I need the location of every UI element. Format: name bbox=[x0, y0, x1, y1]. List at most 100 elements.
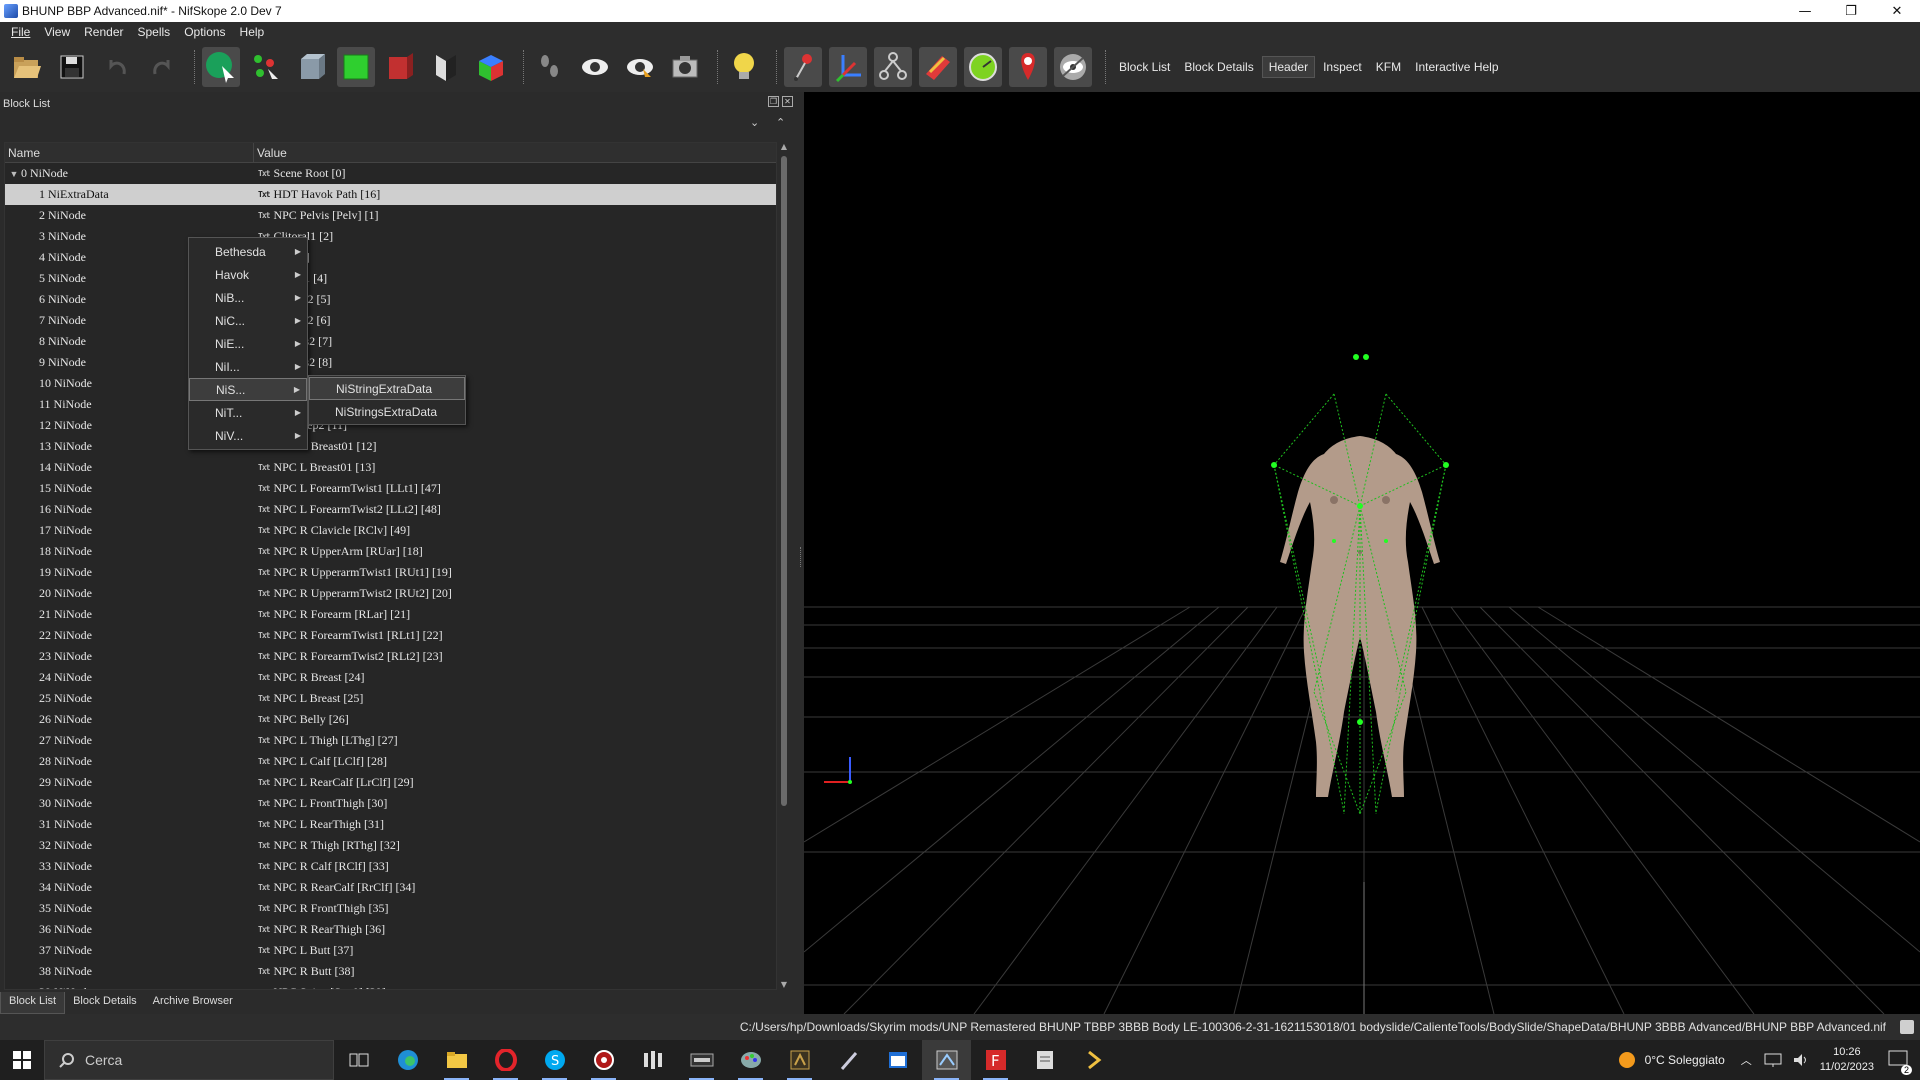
menu-item-havok[interactable]: Havok ▶ bbox=[189, 263, 307, 286]
taskbar-opera[interactable] bbox=[481, 1040, 530, 1080]
size-grip-icon[interactable] bbox=[1900, 1020, 1914, 1034]
collapse-all-button[interactable]: ⌄ bbox=[750, 116, 759, 129]
view-user-button[interactable] bbox=[427, 47, 465, 87]
menu-render[interactable]: Render bbox=[77, 25, 130, 39]
tree-scrollbar[interactable]: ▲ ▼ bbox=[779, 142, 789, 990]
start-button[interactable] bbox=[0, 1040, 44, 1080]
toolbar-tab-inspect[interactable]: Inspect bbox=[1317, 57, 1368, 77]
taskbar-search[interactable]: Cerca bbox=[44, 1040, 334, 1080]
expand-all-button[interactable]: ⌃ bbox=[776, 116, 785, 129]
taskbar-app-notes[interactable] bbox=[1020, 1040, 1069, 1080]
scroll-up-arrow[interactable]: ▲ bbox=[779, 142, 789, 151]
show-constraints-button[interactable] bbox=[964, 47, 1002, 87]
menu-item-nit[interactable]: NiT... ▶ bbox=[189, 401, 307, 424]
taskbar-nifskope[interactable] bbox=[922, 1040, 971, 1080]
task-view-button[interactable] bbox=[334, 1040, 383, 1080]
table-row[interactable]: 38 NiNode Txt NPC R Butt [38] bbox=[5, 961, 776, 982]
toolbar-tab-block-list[interactable]: Block List bbox=[1113, 57, 1176, 77]
table-row[interactable]: 9 NiNodeTxtB Anus2 [8] bbox=[5, 352, 776, 373]
toolbar-tab-block-details[interactable]: Block Details bbox=[1178, 57, 1259, 77]
minimize-button[interactable]: — bbox=[1782, 0, 1828, 22]
taskbar-clock[interactable]: 10:26 11/02/2023 bbox=[1820, 1045, 1874, 1075]
taskbar-app-paint[interactable] bbox=[726, 1040, 775, 1080]
table-row[interactable]: 27 NiNode Txt NPC L Thigh [LThg] [27] bbox=[5, 730, 776, 751]
select-object-button[interactable] bbox=[202, 47, 240, 87]
taskbar-app-red[interactable] bbox=[579, 1040, 628, 1080]
table-row[interactable]: 20 NiNode Txt NPC R UpperarmTwist2 [RUt2] … bbox=[5, 583, 776, 604]
view-front-button[interactable] bbox=[337, 47, 375, 87]
table-row[interactable]: 5 NiNodeTxtaDeep1 [4] bbox=[5, 268, 776, 289]
menu-spells[interactable]: Spells bbox=[131, 25, 178, 39]
table-row[interactable]: 39 NiNode TxtNPC Spine [Spn0] [39] bbox=[5, 982, 776, 989]
menu-item-nistringsextradata[interactable]: NiStringsExtraData bbox=[309, 400, 465, 423]
table-row[interactable]: 16 NiNode Txt NPC L ForearmTwist2 [LLt2] [… bbox=[5, 499, 776, 520]
screenshot-button[interactable] bbox=[666, 47, 704, 87]
taskbar-app-window[interactable] bbox=[873, 1040, 922, 1080]
view-side-button[interactable] bbox=[382, 47, 420, 87]
view-perspective-button[interactable] bbox=[472, 47, 510, 87]
expand-toggle-icon[interactable]: ▼ bbox=[7, 169, 21, 179]
menu-item-nib[interactable]: NiB... ▶ bbox=[189, 286, 307, 309]
table-row[interactable]: 19 NiNode Txt NPC R UpperarmTwist1 [RUt1] … bbox=[5, 562, 776, 583]
table-row[interactable]: 7 NiNodeTxtPussy02 [6] bbox=[5, 310, 776, 331]
column-header-value[interactable]: Value bbox=[254, 143, 287, 162]
tab-archive-browser[interactable]: Archive Browser bbox=[145, 992, 241, 1014]
dock-close-button[interactable]: ✕ bbox=[782, 96, 793, 107]
render-viewport[interactable] bbox=[804, 92, 1920, 1014]
table-row[interactable]: 37 NiNode Txt NPC L Butt [37] bbox=[5, 940, 776, 961]
table-row[interactable]: 15 NiNode Txt NPC L ForearmTwist1 [LLt1] [… bbox=[5, 478, 776, 499]
table-row[interactable]: 18 NiNode Txt NPC R UpperArm [RUar] [18] bbox=[5, 541, 776, 562]
table-row[interactable]: 28 NiNode Txt NPC L Calf [LClf] [28] bbox=[5, 751, 776, 772]
table-row[interactable]: 8 NiNodeTxtB Anus2 [7] bbox=[5, 331, 776, 352]
select-vertex-button[interactable] bbox=[247, 47, 285, 87]
close-button[interactable]: ✕ bbox=[1874, 0, 1920, 22]
weather-text[interactable]: 0°C Soleggiato bbox=[1645, 1053, 1725, 1067]
menu-help[interactable]: Help bbox=[233, 25, 272, 39]
block-tree[interactable]: Name Value ▼ 0 NiNode Txt Scene Root [0] 1 N… bbox=[4, 142, 777, 990]
table-row[interactable]: 1 NiExtraData Txt HDT Havok Path [16] bbox=[5, 184, 776, 205]
tab-block-list[interactable]: Block List bbox=[0, 992, 66, 1014]
show-markers-button[interactable] bbox=[621, 47, 659, 87]
taskbar-edge[interactable] bbox=[383, 1040, 432, 1080]
taskbar-file-explorer[interactable] bbox=[432, 1040, 481, 1080]
table-row[interactable]: 32 NiNode Txt NPC R Thigh [RThg] [32] bbox=[5, 835, 776, 856]
table-row[interactable]: 23 NiNode Txt NPC R ForearmTwist2 [RLt2] [… bbox=[5, 646, 776, 667]
menu-item-nii[interactable]: NiI... ▶ bbox=[189, 355, 307, 378]
menu-item-nie[interactable]: NiE... ▶ bbox=[189, 332, 307, 355]
lighting-button[interactable] bbox=[725, 47, 763, 87]
maximize-button[interactable]: ❐ bbox=[1828, 0, 1874, 22]
show-hidden-button[interactable] bbox=[576, 47, 614, 87]
walk-mode-button[interactable] bbox=[531, 47, 569, 87]
table-row[interactable]: 35 NiNode Txt NPC R FrontThigh [35] bbox=[5, 898, 776, 919]
column-header-name[interactable]: Name bbox=[5, 143, 254, 162]
toolbar-tab-kfm[interactable]: KFM bbox=[1370, 57, 1407, 77]
table-row[interactable]: 26 NiNode Txt NPC Belly [26] bbox=[5, 709, 776, 730]
table-row[interactable]: 14 NiNode Txt NPC L Breast01 [13] bbox=[5, 457, 776, 478]
taskbar-app-nvidia[interactable] bbox=[677, 1040, 726, 1080]
menu-file[interactable]: File bbox=[4, 25, 37, 39]
toolbar-tab-header[interactable]: Header bbox=[1261, 56, 1316, 78]
table-row[interactable]: 34 NiNode Txt NPC R RearCalf [RrClf] [34] bbox=[5, 877, 776, 898]
show-skeleton-button[interactable] bbox=[874, 47, 912, 87]
show-nodes-button[interactable] bbox=[829, 47, 867, 87]
scrollbar-thumb[interactable] bbox=[781, 156, 787, 806]
taskbar-app-feather[interactable] bbox=[824, 1040, 873, 1080]
redo-button[interactable] bbox=[143, 47, 181, 87]
table-row[interactable]: 33 NiNode Txt NPC R Calf [RClf] [33] bbox=[5, 856, 776, 877]
toolbar-tab-interactive-help[interactable]: Interactive Help bbox=[1409, 57, 1504, 77]
menu-view[interactable]: View bbox=[37, 25, 77, 39]
tray-chevron-up-icon[interactable]: ︿ bbox=[1741, 1052, 1752, 1068]
table-row[interactable]: ▼ 0 NiNode Txt Scene Root [0] bbox=[5, 163, 776, 184]
table-row[interactable]: 13 NiNodeTxtNPC R Breast01 [12] bbox=[5, 436, 776, 457]
menu-item-bethesda[interactable]: Bethesda ▶ bbox=[189, 240, 307, 263]
menu-options[interactable]: Options bbox=[177, 25, 232, 39]
show-axes-button[interactable] bbox=[784, 47, 822, 87]
menu-item-nistringextradata[interactable]: NiStringExtraData bbox=[309, 377, 465, 400]
scroll-down-arrow[interactable]: ▼ bbox=[779, 980, 789, 989]
network-icon[interactable] bbox=[1764, 1052, 1782, 1068]
table-row[interactable]: 3 NiNodeTxtClitoral1 [2] bbox=[5, 226, 776, 247]
table-row[interactable]: 17 NiNode Txt NPC R Clavicle [RClv] [49] bbox=[5, 520, 776, 541]
show-markers-pin-button[interactable] bbox=[1009, 47, 1047, 87]
table-row[interactable]: 6 NiNodeTxtPussy02 [5] bbox=[5, 289, 776, 310]
table-row[interactable]: 22 NiNode Txt NPC R ForearmTwist1 [RLt1] [… bbox=[5, 625, 776, 646]
